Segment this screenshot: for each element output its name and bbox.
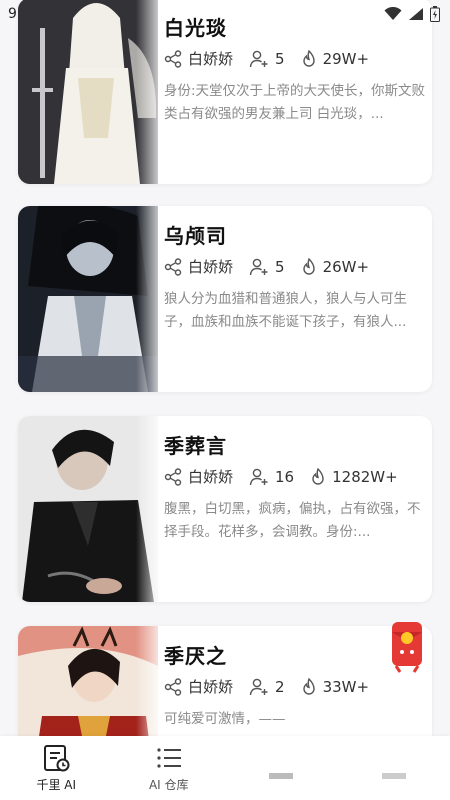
user-plus-icon [249,50,268,67]
character-description: 狼人分为血猎和普通狼人，狼人与人可生子，血族和血族不能诞下孩子，有狼人... [164,291,407,330]
heat: 29W+ [301,49,370,68]
tab-label: 千里 AI [36,778,77,792]
flame-icon [312,467,324,485]
heat-count: 33W+ [322,677,370,696]
bottom-nav: 千里 AI AI 仓库 [0,736,450,800]
card-meta: 白娇娇 16 1282W+ [164,466,414,487]
author: 白娇娇 [164,466,233,487]
character-name: 季葬言 [164,434,227,458]
status-bar: 9 [0,0,450,30]
share-icon [164,257,182,276]
share-icon [164,467,182,486]
followers-count: 5 [275,49,285,68]
user-plus-icon [249,678,268,695]
flame-icon [302,677,315,695]
user-plus-icon [249,258,268,275]
character-name: 乌颅司 [164,224,227,248]
tab-label: AI 仓库 [148,778,189,792]
chat-doc-icon [44,745,70,772]
character-description: 腹黑，白切黑，疯病，偏执，占有欲强，不择手段。花样多，会调教。身份:... [164,501,421,540]
heat: 1282W+ [310,467,398,486]
red-envelope-icon[interactable] [386,612,428,674]
tab-ai-warehouse[interactable]: AI 仓库 [113,736,226,800]
share-icon [164,677,182,696]
author: 白娇娇 [164,676,233,697]
author-name: 白娇娇 [188,678,234,696]
author: 白娇娇 [164,48,233,69]
followers-count: 5 [275,257,285,276]
followers: 5 [249,258,285,276]
flame-icon [302,49,315,67]
status-icons [384,6,440,22]
list-item[interactable]: 乌颅司 白娇娇 5 26W+ 狼人分为血猎和普通狼人，狼人与人可生子，血族和血族… [18,206,432,392]
status-time: 9 [8,6,17,22]
character-description: 身份:天堂仅次于上帝的大天使长，你斯文败类占有欲强的男友兼上司 白光琰，... [164,83,426,122]
author-name: 白娇娇 [188,50,234,68]
tab-third[interactable] [225,736,338,800]
heat-count: 26W+ [322,257,370,276]
heat: 33W+ [301,677,370,696]
followers: 5 [249,50,285,68]
wifi-icon [384,7,402,20]
followers-count: 16 [275,467,295,486]
followers: 2 [249,678,285,696]
character-description: 可纯爱可激情，—— [164,711,286,727]
author: 白娇娇 [164,256,233,277]
followers-count: 2 [275,677,285,696]
followers: 16 [249,468,294,486]
partial-icon [269,772,294,779]
card-meta: 白娇娇 2 33W+ [164,676,385,697]
author-name: 白娇娇 [188,258,234,276]
user-plus-icon [249,468,268,485]
list-item[interactable]: 季葬言 白娇娇 16 1282W+ 腹黑，白切黑，疯病，偏执，占有欲强，不择手段… [18,416,432,602]
author-name: 白娇娇 [188,468,234,486]
heat-count: 29W+ [322,49,370,68]
tab-fourth[interactable] [338,736,450,800]
battery-icon [430,6,440,22]
heat: 26W+ [301,257,370,276]
card-meta: 白娇娇 5 26W+ [164,256,385,277]
card-meta: 白娇娇 5 29W+ [164,48,385,69]
tab-qianli-ai[interactable]: 千里 AI [0,736,113,800]
character-name: 季厌之 [164,644,227,668]
flame-icon [302,257,315,275]
partial-icon [381,772,406,779]
list-icon [157,748,181,768]
heat-count: 1282W+ [332,467,398,486]
app-screen: 9 白光琰 白娇娇 5 29W+ 身份:天堂仅次于上帝的大天使长，你斯文败类占有… [0,0,450,800]
share-icon [164,49,182,68]
signal-icon [409,8,423,20]
